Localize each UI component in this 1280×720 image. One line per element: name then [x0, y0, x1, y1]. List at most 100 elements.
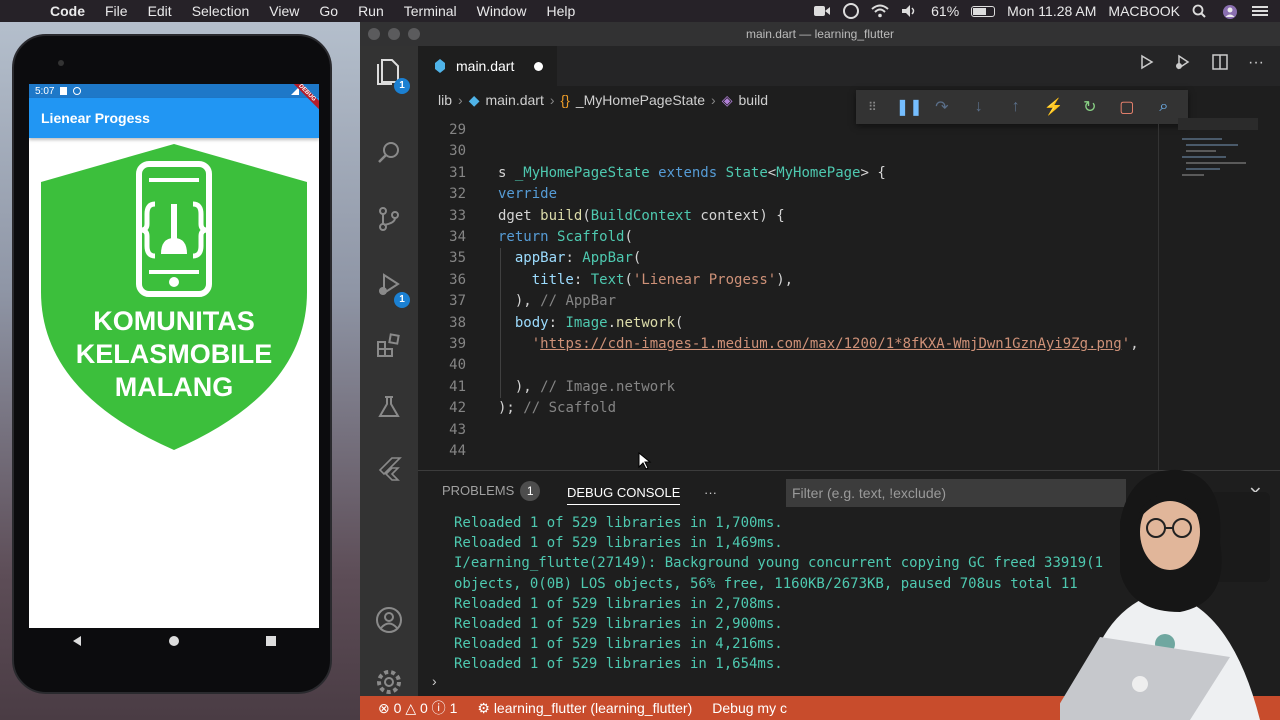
- line-number: 43: [449, 421, 466, 438]
- tab-main-dart[interactable]: main.dart: [418, 46, 558, 86]
- breadcrumb-chevron-icon: ›: [711, 92, 716, 108]
- console-input-chevron-icon[interactable]: ›: [432, 673, 437, 689]
- breadcrumb-lib[interactable]: lib: [438, 92, 452, 108]
- line-number: 35: [449, 250, 466, 267]
- class-symbol-icon: {}: [560, 92, 570, 108]
- status-debug-config[interactable]: Debug my c: [712, 700, 787, 716]
- spotlight-search-icon[interactable]: [1192, 4, 1210, 18]
- status-problems[interactable]: ⊗ 0 △ 0 ⓘ 1: [378, 698, 457, 718]
- code-line[interactable]: 39 'https://cdn-images-1.medium.com/max/…: [418, 334, 1158, 355]
- code-line[interactable]: 41 ), // Image.network: [418, 377, 1158, 398]
- step-out-icon[interactable]: ↑: [1007, 98, 1025, 116]
- volume-icon[interactable]: [901, 4, 919, 18]
- code-line[interactable]: 40: [418, 355, 1158, 376]
- menu-app-name[interactable]: Code: [40, 3, 95, 19]
- computer-name[interactable]: MACBOOK: [1108, 3, 1180, 19]
- code-line[interactable]: 44: [418, 441, 1158, 462]
- wifi-icon[interactable]: [871, 4, 889, 18]
- restart-icon[interactable]: ↻: [1081, 97, 1099, 117]
- komunitas-logo-shield: KOMUNITAS KELASMOBILE MALANG: [41, 144, 307, 450]
- code-line[interactable]: 38 body: Image.network(: [418, 313, 1158, 334]
- menu-window[interactable]: Window: [467, 3, 537, 19]
- code-line[interactable]: 29: [418, 120, 1158, 141]
- code-line[interactable]: 31 s _MyHomePageState extends State<MyHom…: [418, 163, 1158, 184]
- nav-recents-icon[interactable]: [265, 634, 277, 650]
- code-line[interactable]: 34 return Scaffold(: [418, 227, 1158, 248]
- stop-icon[interactable]: ▢: [1118, 97, 1136, 117]
- status-debug-session[interactable]: ⚙ learning_flutter (learning_flutter): [477, 700, 692, 717]
- minimize-window-button[interactable]: [388, 28, 400, 40]
- explorer-badge: 1: [394, 78, 410, 94]
- code-editor[interactable]: 29 30 31 s _MyHomePageState extends State<M…: [418, 118, 1158, 470]
- breadcrumb-class[interactable]: _MyHomePageState: [576, 92, 705, 108]
- code-line[interactable]: 33 dget build(BuildContext context) {: [418, 206, 1158, 227]
- code-line[interactable]: 43: [418, 420, 1158, 441]
- nav-home-icon[interactable]: [168, 634, 180, 650]
- tab-problems[interactable]: PROBLEMS 1: [442, 481, 541, 501]
- panel-more-icon[interactable]: ···: [704, 485, 717, 500]
- battery-icon[interactable]: [971, 5, 996, 17]
- debug-session-label: learning_flutter (learning_flutter): [493, 699, 693, 716]
- code-line[interactable]: 35 appBar: AppBar(: [418, 248, 1158, 269]
- line-number: 36: [449, 271, 466, 288]
- sync-icon: [73, 87, 82, 95]
- code-line[interactable]: 36 title: Text('Lienear Progess'),: [418, 270, 1158, 291]
- hot-reload-lightning-icon[interactable]: ⚡: [1044, 97, 1064, 117]
- info-count: 1: [449, 700, 458, 716]
- clock[interactable]: Mon 11.28 AM: [1007, 3, 1096, 19]
- video-call-icon[interactable]: [813, 4, 831, 18]
- code-line[interactable]: 37 ), // AppBar: [418, 291, 1158, 312]
- explorer-icon[interactable]: 1: [374, 58, 410, 94]
- line-number: 29: [449, 122, 466, 138]
- breadcrumb-chevron-icon: ›: [549, 92, 555, 108]
- drag-handle-icon[interactable]: ⠿: [868, 100, 877, 114]
- menu-edit[interactable]: Edit: [138, 3, 182, 19]
- more-actions-icon[interactable]: ···: [1248, 54, 1264, 75]
- line-number: 44: [449, 443, 466, 459]
- menu-help[interactable]: Help: [536, 3, 585, 19]
- browser-sync-icon[interactable]: [843, 3, 860, 19]
- breadcrumb-method[interactable]: build: [739, 92, 769, 108]
- code-line[interactable]: 42); // Scaffold: [418, 398, 1158, 419]
- error-count: 0: [393, 700, 402, 716]
- run-debug-icon[interactable]: 1: [374, 272, 410, 308]
- screen: Code File Edit Selection View Go Run Ter…: [0, 0, 1280, 720]
- user-avatar-icon[interactable]: [1222, 4, 1240, 19]
- menu-terminal[interactable]: Terminal: [394, 3, 467, 19]
- settings-gear-icon[interactable]: [374, 668, 404, 698]
- hot-reload-icon[interactable]: [1174, 54, 1192, 75]
- extensions-icon[interactable]: [374, 332, 404, 362]
- step-over-icon[interactable]: ↷: [933, 97, 951, 117]
- close-window-button[interactable]: [368, 28, 380, 40]
- pause-icon[interactable]: ❚❚: [896, 97, 923, 117]
- emulator-screen[interactable]: 5:07 DEBUG Lienear Progess KOMUNITAS KEL…: [29, 84, 319, 628]
- flutter-icon[interactable]: [374, 456, 404, 486]
- minimap[interactable]: [1178, 118, 1258, 208]
- step-into-icon[interactable]: ↓: [970, 98, 988, 116]
- search-icon[interactable]: [374, 140, 404, 170]
- menu-go[interactable]: Go: [309, 3, 348, 19]
- run-file-icon[interactable]: [1140, 54, 1154, 75]
- unsaved-dot-icon[interactable]: [534, 62, 543, 71]
- nav-back-icon[interactable]: [71, 634, 83, 650]
- code-line[interactable]: 30: [418, 141, 1158, 162]
- app-bar: Lienear Progess: [29, 98, 319, 138]
- window-title: main.dart — learning_flutter: [745, 27, 895, 41]
- code-line[interactable]: 32 verride: [418, 184, 1158, 205]
- testing-flask-icon[interactable]: [374, 394, 404, 424]
- window-controls: [368, 28, 420, 40]
- split-editor-icon[interactable]: [1212, 54, 1228, 75]
- tab-debug-console[interactable]: DEBUG CONSOLE: [567, 485, 681, 505]
- source-control-icon[interactable]: [374, 206, 404, 236]
- problems-count-badge: 1: [520, 481, 541, 501]
- widget-inspector-icon[interactable]: ⌕: [1155, 98, 1173, 116]
- breadcrumb-file[interactable]: main.dart: [485, 92, 543, 108]
- code-text: appBar: AppBar(: [514, 250, 642, 267]
- menu-file[interactable]: File: [95, 3, 138, 19]
- menu-run[interactable]: Run: [348, 3, 394, 19]
- accounts-icon[interactable]: [374, 606, 404, 636]
- zoom-window-button[interactable]: [408, 28, 420, 40]
- menu-view[interactable]: View: [259, 3, 309, 19]
- menu-selection[interactable]: Selection: [182, 3, 260, 19]
- control-center-icon[interactable]: [1252, 4, 1270, 18]
